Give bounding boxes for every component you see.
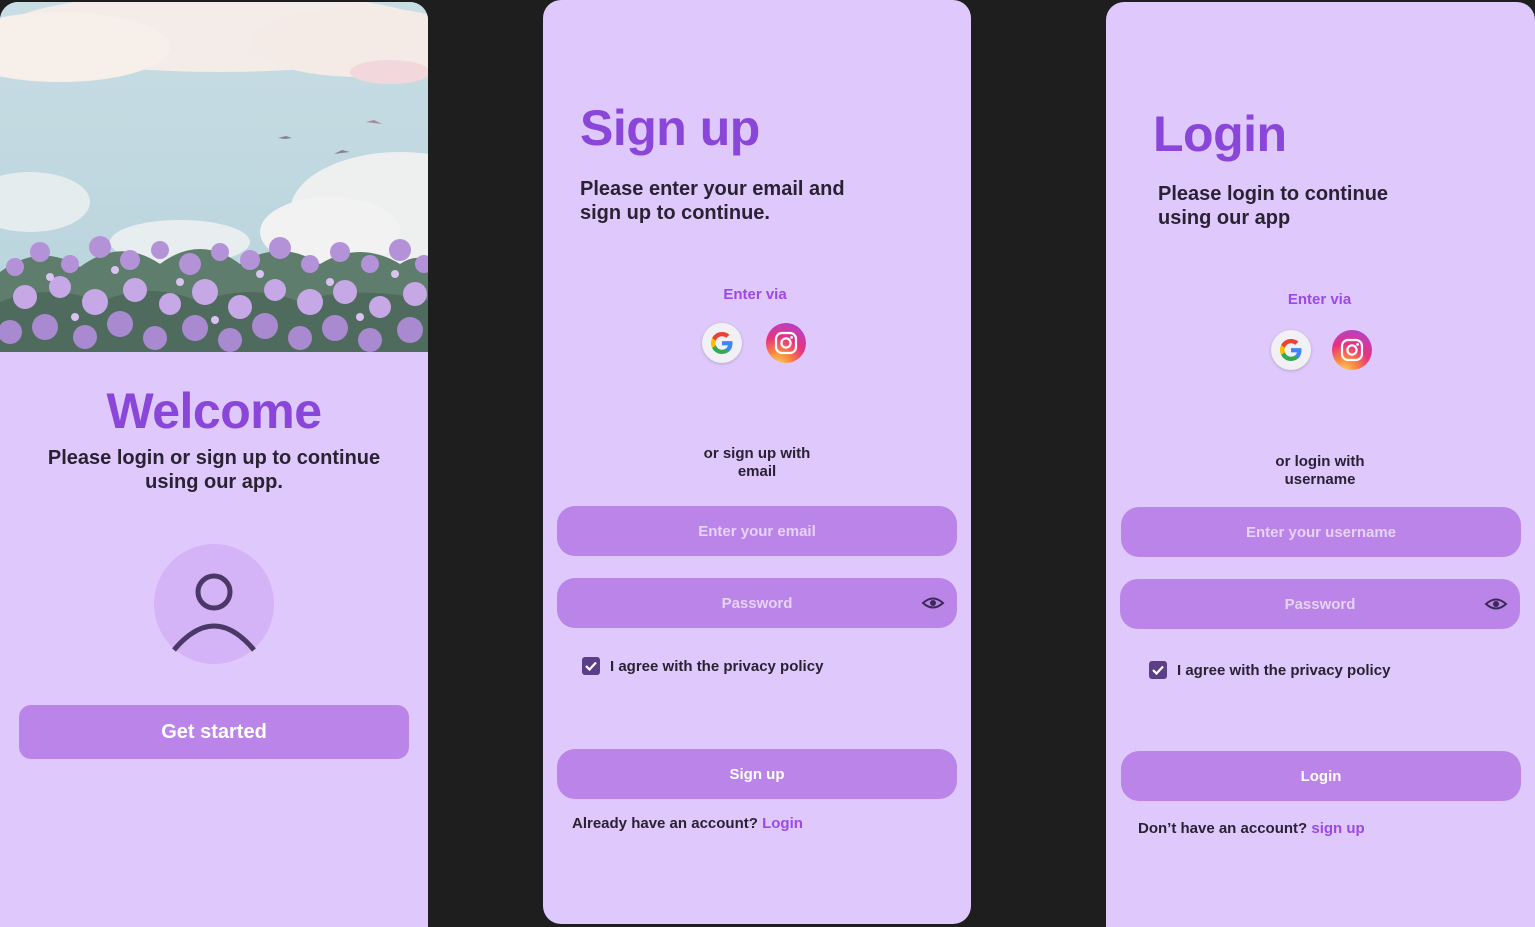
get-started-button[interactable]: Get started <box>19 705 409 759</box>
username-input[interactable] <box>1179 522 1463 542</box>
signup-privacy-row: I agree with the privacy policy <box>582 657 823 675</box>
privacy-checkbox[interactable] <box>1149 661 1167 679</box>
instagram-icon <box>1340 338 1364 362</box>
google-icon <box>711 332 733 354</box>
login-footer: Don’t have an account? sign up <box>1138 820 1365 837</box>
check-icon <box>585 661 597 672</box>
login-or-line1: or login with <box>1275 453 1365 470</box>
welcome-subtitle-line1: Please login or sign up to continue <box>47 447 381 469</box>
signup-or-line1: or sign up with <box>703 445 811 462</box>
login-password-field-wrapper <box>1120 579 1520 629</box>
login-screen: Login Please login to continue using our… <box>1106 2 1535 927</box>
login-button[interactable]: Login <box>1121 751 1521 801</box>
signup-or-line2: email <box>737 463 777 480</box>
signup-subtitle-line2: sign up to continue. <box>580 202 770 224</box>
user-icon <box>172 573 256 652</box>
login-google-button[interactable] <box>1271 330 1311 370</box>
privacy-checkbox[interactable] <box>582 657 600 675</box>
signup-footer-text: Already have an account? <box>572 815 758 832</box>
login-or-line2: username <box>1284 471 1356 488</box>
google-icon <box>1280 339 1302 361</box>
signup-password-field-wrapper <box>557 578 957 628</box>
eye-icon[interactable] <box>921 591 945 615</box>
lavender-field-illustration <box>0 2 428 352</box>
login-or-text: or login with username <box>1220 453 1420 489</box>
signup-subtitle: Please enter your email and sign up to c… <box>580 177 845 225</box>
login-footer-text: Don’t have an account? <box>1138 820 1308 837</box>
login-subtitle-line2: using our app <box>1158 207 1291 229</box>
login-username-field-wrapper <box>1121 507 1521 557</box>
signup-instagram-button[interactable] <box>766 323 806 363</box>
login-instagram-button[interactable] <box>1332 330 1372 370</box>
signup-screen: Sign up Please enter your email and sign… <box>543 0 971 924</box>
login-link[interactable]: Login <box>762 815 803 832</box>
avatar <box>154 544 274 664</box>
privacy-label: I agree with the privacy policy <box>1177 661 1391 679</box>
signup-enter-via: Enter via <box>723 286 787 303</box>
check-icon <box>1152 665 1164 676</box>
signup-subtitle-line1: Please enter your email and <box>580 178 845 200</box>
instagram-icon <box>774 331 798 355</box>
signup-title: Sign up <box>580 100 760 156</box>
login-title: Login <box>1153 106 1287 162</box>
welcome-subtitle-line2: using our app. <box>145 471 283 493</box>
login-subtitle-line1: Please login to continue <box>1158 183 1389 205</box>
password-input[interactable] <box>1178 594 1462 614</box>
signup-button[interactable]: Sign up <box>557 749 957 799</box>
welcome-subtitle: Please login or sign up to continue usin… <box>0 446 428 494</box>
password-input[interactable] <box>615 593 899 613</box>
email-input[interactable] <box>615 521 899 541</box>
signup-email-field-wrapper <box>557 506 957 556</box>
signup-or-text: or sign up with email <box>657 445 857 481</box>
signup-footer: Already have an account? Login <box>572 815 803 832</box>
welcome-screen: Welcome Please login or sign up to conti… <box>0 2 428 927</box>
eye-icon[interactable] <box>1484 592 1508 616</box>
privacy-label: I agree with the privacy policy <box>610 657 824 675</box>
login-privacy-row: I agree with the privacy policy <box>1149 661 1390 679</box>
signup-link[interactable]: sign up <box>1311 820 1364 837</box>
login-subtitle: Please login to continue using our app <box>1158 182 1388 230</box>
welcome-title: Welcome <box>106 383 322 439</box>
signup-google-button[interactable] <box>702 323 742 363</box>
login-enter-via: Enter via <box>1287 291 1352 308</box>
